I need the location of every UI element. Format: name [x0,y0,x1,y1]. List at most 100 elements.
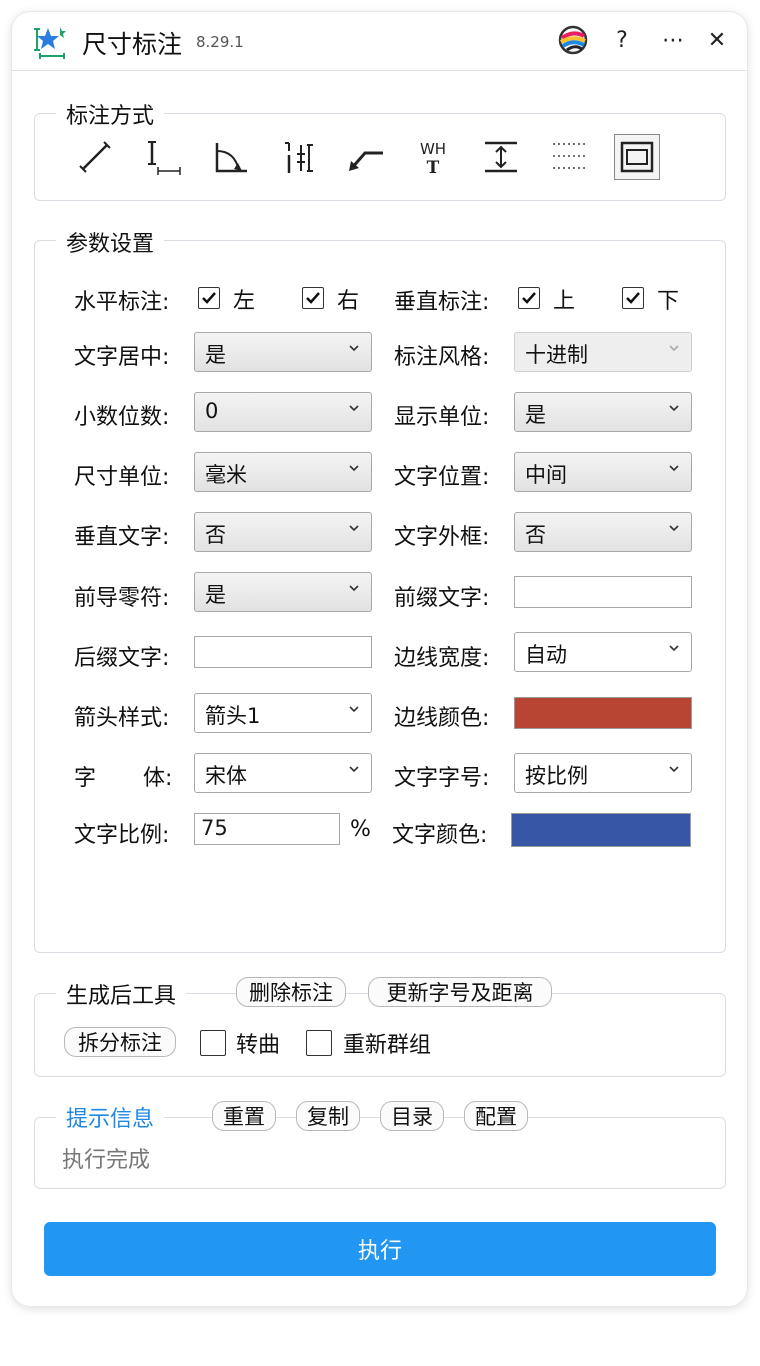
border-width-label: 边线宽度: [394,646,490,671]
border-color-label: 边线颜色: [394,706,490,731]
show-unit-value: 是 [525,403,546,427]
linear-dimension-icon[interactable] [138,134,184,180]
chevron-down-icon [669,525,679,532]
text-center-label: 文字居中: [74,345,170,370]
border-width-select[interactable]: 自动 [514,632,692,672]
title-bar: 尺寸标注 8.29.1 ? ⋯ ✕ [12,12,747,71]
leading-zero-select[interactable]: 是 [194,572,372,612]
font-value: 宋体 [205,764,247,788]
text-center-select[interactable]: 是 [194,332,372,372]
text-frame-select[interactable]: 否 [514,512,692,552]
help-icon[interactable]: ? [604,22,640,58]
text-position-label: 文字位置: [394,465,490,490]
check-icon [306,292,320,304]
app-title: 尺寸标注 [82,30,183,59]
horizontal-dim-label: 水平标注: [74,290,170,315]
border-color-swatch[interactable] [514,697,692,729]
vertical-top-checkbox[interactable] [518,287,540,309]
mode-group-title: 标注方式 [56,98,165,130]
chevron-down-icon [349,405,359,412]
post-tools-title: 生成后工具 [56,978,187,1010]
text-position-select[interactable]: 中间 [514,452,692,492]
check-icon [522,292,536,304]
vertical-bottom-label: 下 [657,289,680,314]
vertical-dim-label: 垂直标注: [394,290,490,315]
frame-dimension-icon[interactable] [614,134,660,180]
color-wheel-icon[interactable] [555,22,591,58]
check-icon [202,292,216,304]
copy-button[interactable]: 复制 [296,1101,360,1131]
font-label-b: 体: [143,766,173,791]
horizontal-right-checkbox[interactable] [302,287,324,309]
text-frame-value: 否 [525,523,546,547]
chevron-down-icon [349,706,359,713]
vertical-span-dimension-icon[interactable] [478,134,524,180]
wh-t-label: T [427,158,440,177]
chevron-down-icon [349,766,359,773]
suffix-label: 后缀文字: [74,646,170,671]
spacing-dimension-icon[interactable] [274,134,320,180]
text-scale-label: 文字比例: [74,823,170,848]
arrow-style-select[interactable]: 箭头1 [194,693,372,733]
leader-dimension-icon[interactable] [342,134,388,180]
info-title: 提示信息 [56,1101,165,1133]
reset-button[interactable]: 重置 [212,1101,276,1131]
prefix-label: 前缀文字: [394,586,490,611]
vertical-bottom-checkbox[interactable] [622,287,644,309]
text-frame-label: 文字外框: [394,525,490,550]
aligned-dimension-icon[interactable] [72,134,118,180]
text-scale-input[interactable]: 75 [194,813,340,845]
wh-text-dimension-icon[interactable]: WH T [410,134,456,180]
show-unit-select[interactable]: 是 [514,392,692,432]
chevron-down-icon [669,465,679,472]
font-select[interactable]: 宋体 [194,753,372,793]
text-center-value: 是 [205,343,226,367]
regroup-label: 重新群组 [343,1033,432,1058]
split-dimension-button[interactable]: 拆分标注 [64,1027,176,1057]
horizontal-left-label: 左 [233,289,256,314]
config-button[interactable]: 配置 [464,1101,528,1131]
execute-button[interactable]: 执行 [44,1222,716,1276]
chevron-down-icon [349,585,359,592]
dotted-grid-icon[interactable] [546,134,592,180]
vertical-text-value: 否 [205,523,226,547]
size-unit-value: 毫米 [205,463,247,487]
border-width-value: 自动 [525,643,567,667]
vertical-text-select[interactable]: 否 [194,512,372,552]
check-icon [626,292,640,304]
show-unit-label: 显示单位: [394,405,490,430]
update-size-distance-button[interactable]: 更新字号及距离 [368,977,552,1007]
dim-style-select[interactable]: 十进制 [514,332,692,372]
convert-curve-checkbox[interactable] [200,1030,226,1056]
delete-dimension-button[interactable]: 删除标注 [236,977,346,1007]
decimals-select[interactable]: 0 [194,392,372,432]
suffix-input[interactable] [194,636,372,668]
plugin-window: 尺寸标注 8.29.1 ? ⋯ ✕ 标注方式 WH T 参数设置 水平标注: 左… [12,12,747,1306]
chevron-down-icon [669,405,679,412]
text-size-label: 文字字号: [394,766,490,791]
chevron-down-icon [349,345,359,352]
app-logo-icon [34,24,70,60]
font-label-a: 字 [74,766,97,791]
text-color-swatch[interactable] [511,813,691,847]
leading-zero-value: 是 [205,583,226,607]
dim-style-label: 标注风格: [394,345,490,370]
regroup-checkbox[interactable] [306,1030,332,1056]
chevron-down-icon [669,345,679,352]
close-icon[interactable]: ✕ [699,22,735,58]
vertical-text-label: 垂直文字: [74,525,170,550]
vertical-top-label: 上 [553,289,576,314]
text-position-value: 中间 [525,463,567,487]
directory-button[interactable]: 目录 [380,1101,444,1131]
horizontal-right-label: 右 [337,289,360,314]
more-icon[interactable]: ⋯ [655,22,691,58]
horizontal-left-checkbox[interactable] [198,287,220,309]
chevron-down-icon [669,645,679,652]
text-scale-unit: % [350,817,371,842]
decimals-value: 0 [205,399,219,423]
angle-dimension-icon[interactable] [206,134,252,180]
size-unit-select[interactable]: 毫米 [194,452,372,492]
prefix-input[interactable] [514,576,692,608]
text-size-select[interactable]: 按比例 [514,753,692,793]
size-unit-label: 尺寸单位: [74,465,170,490]
